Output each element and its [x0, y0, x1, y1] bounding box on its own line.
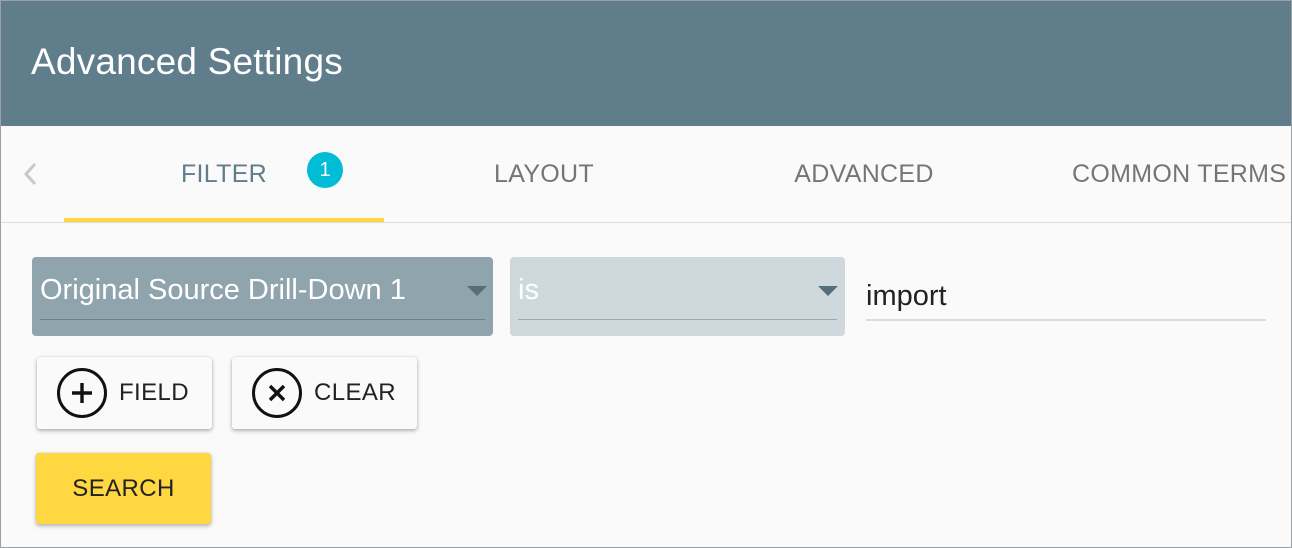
- dropdown-arrow-icon: [818, 286, 838, 296]
- active-tab-indicator: [64, 218, 384, 222]
- filter-count-badge: 1: [307, 152, 343, 188]
- search-button[interactable]: SEARCH: [36, 453, 211, 524]
- add-circle-icon: [57, 368, 107, 418]
- chevron-left-icon: [23, 162, 37, 186]
- cancel-circle-icon: [252, 368, 302, 418]
- operator-select-value: is: [518, 274, 539, 306]
- clear-button[interactable]: CLEAR: [232, 357, 417, 429]
- add-field-button-label: FIELD: [119, 379, 190, 406]
- filter-value-input[interactable]: [866, 259, 1266, 321]
- tab-layout-label: LAYOUT: [494, 159, 594, 188]
- panel-header: Advanced Settings: [1, 1, 1291, 126]
- tab-advanced-label: ADVANCED: [794, 159, 934, 188]
- field-select-underline: [40, 319, 485, 320]
- dropdown-arrow-icon: [467, 286, 487, 296]
- tab-common-terms-label: COMMON TERMS: [1072, 159, 1287, 188]
- advanced-settings-panel: Advanced Settings FILTER LAYOUT ADVANCED…: [0, 0, 1292, 548]
- tab-layout[interactable]: LAYOUT: [384, 126, 704, 222]
- field-select[interactable]: Original Source Drill-Down 1: [32, 257, 493, 336]
- tab-filter-label: FILTER: [180, 159, 268, 188]
- panel-title: Advanced Settings: [31, 41, 343, 82]
- tab-scroll-left-button[interactable]: [15, 156, 45, 192]
- tab-advanced[interactable]: ADVANCED: [704, 126, 1024, 222]
- operator-select[interactable]: is: [510, 257, 845, 336]
- tab-common-terms[interactable]: COMMON TERMS: [1024, 126, 1291, 222]
- operator-select-underline: [518, 319, 837, 320]
- add-field-button[interactable]: FIELD: [37, 357, 212, 429]
- search-button-label: SEARCH: [72, 474, 175, 502]
- field-select-value: Original Source Drill-Down 1: [40, 274, 406, 306]
- tab-bar: FILTER LAYOUT ADVANCED COMMON TERMS: [1, 126, 1291, 223]
- clear-button-label: CLEAR: [314, 379, 397, 406]
